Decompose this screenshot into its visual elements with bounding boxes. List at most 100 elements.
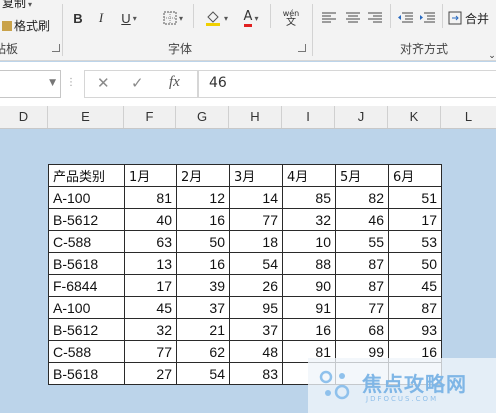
table-cell[interactable]: 17 xyxy=(124,274,177,297)
header-cell[interactable]: 5月 xyxy=(335,164,389,187)
clipboard-dialog-launcher-icon[interactable] xyxy=(52,44,60,52)
table-cell[interactable]: 46 xyxy=(335,208,389,231)
table-cell[interactable]: 50 xyxy=(388,252,442,275)
table-cell[interactable]: 95 xyxy=(229,296,283,319)
merge-center-button[interactable]: 合并 xyxy=(448,8,496,28)
table-cell[interactable]: 54 xyxy=(176,362,230,385)
table-cell[interactable]: F-6844 xyxy=(48,274,125,297)
copy-button[interactable]: 复制 ▾ xyxy=(2,0,32,11)
name-box[interactable]: ▼ xyxy=(0,70,61,98)
align-center-button[interactable] xyxy=(344,8,362,28)
table-cell[interactable]: 18 xyxy=(229,230,283,253)
table-cell[interactable]: 88 xyxy=(282,252,336,275)
table-cell[interactable]: 37 xyxy=(176,296,230,319)
table-cell[interactable]: 87 xyxy=(388,296,442,319)
borders-button[interactable]: ▾ xyxy=(158,8,188,28)
underline-button[interactable]: U ▾ xyxy=(116,8,142,28)
table-cell[interactable]: 54 xyxy=(229,252,283,275)
column-header-h[interactable]: H xyxy=(229,106,282,128)
table-cell[interactable]: 77 xyxy=(124,340,177,363)
watermark-subtext: JDFOCUS.COM xyxy=(366,395,439,403)
table-cell[interactable]: 32 xyxy=(282,208,336,231)
table-cell[interactable]: 40 xyxy=(124,208,177,231)
formula-input[interactable]: 46 xyxy=(198,70,496,98)
table-cell[interactable]: 45 xyxy=(124,296,177,319)
table-cell[interactable]: 77 xyxy=(335,296,389,319)
bold-button[interactable]: B xyxy=(70,8,86,28)
table-cell[interactable]: 87 xyxy=(335,252,389,275)
table-cell[interactable]: 81 xyxy=(124,186,177,209)
column-header-e[interactable]: E xyxy=(48,106,124,128)
table-cell[interactable]: 62 xyxy=(176,340,230,363)
table-cell[interactable]: 53 xyxy=(388,230,442,253)
column-header-l[interactable]: L xyxy=(441,106,496,128)
table-cell[interactable]: B-5612 xyxy=(48,208,125,231)
decrease-indent-button[interactable] xyxy=(396,8,414,28)
table-cell[interactable]: C-588 xyxy=(48,340,125,363)
table-cell[interactable]: 63 xyxy=(124,230,177,253)
header-cell[interactable]: 2月 xyxy=(176,164,230,187)
table-cell[interactable]: 48 xyxy=(229,340,283,363)
table-cell[interactable]: 39 xyxy=(176,274,230,297)
chevron-down-icon[interactable]: ▼ xyxy=(49,78,56,88)
table-cell[interactable]: 14 xyxy=(229,186,283,209)
column-header-d[interactable]: D xyxy=(0,106,48,128)
header-cell[interactable]: 产品类别 xyxy=(48,164,125,187)
table-cell[interactable]: 13 xyxy=(124,252,177,275)
table-cell[interactable]: 82 xyxy=(335,186,389,209)
table-cell[interactable]: 16 xyxy=(282,318,336,341)
table-cell[interactable]: 16 xyxy=(176,252,230,275)
cancel-icon[interactable]: ✕ xyxy=(97,74,110,92)
insert-function-icon[interactable]: fx xyxy=(169,74,180,91)
align-right-button[interactable] xyxy=(366,8,384,28)
header-cell[interactable]: 1月 xyxy=(124,164,177,187)
table-cell[interactable]: 10 xyxy=(282,230,336,253)
align-left-button[interactable] xyxy=(320,8,338,28)
table-cell[interactable]: 93 xyxy=(388,318,442,341)
table-cell[interactable]: 50 xyxy=(176,230,230,253)
table-cell[interactable]: 68 xyxy=(335,318,389,341)
table-cell[interactable]: B-5612 xyxy=(48,318,125,341)
table-cell[interactable]: B-5618 xyxy=(48,362,125,385)
table-cell[interactable]: 90 xyxy=(282,274,336,297)
fill-color-button[interactable]: ▾ xyxy=(200,8,232,28)
table-cell[interactable]: 55 xyxy=(335,230,389,253)
table-cell[interactable]: 12 xyxy=(176,186,230,209)
table-cell[interactable]: C-588 xyxy=(48,230,125,253)
header-cell[interactable]: 3月 xyxy=(229,164,283,187)
table-cell[interactable]: 32 xyxy=(124,318,177,341)
column-header-f[interactable]: F xyxy=(124,106,176,128)
table-cell[interactable]: 17 xyxy=(388,208,442,231)
header-cell[interactable]: 4月 xyxy=(282,164,336,187)
table-cell[interactable]: 21 xyxy=(176,318,230,341)
data-table: 产品类别 1月 2月 3月 4月 5月 6月 A-100 81 12 14 85… xyxy=(48,164,442,385)
phonetic-button[interactable]: wén 文 xyxy=(276,8,306,28)
column-header-i[interactable]: I xyxy=(282,106,335,128)
italic-button[interactable]: I xyxy=(94,8,108,28)
column-header-k[interactable]: K xyxy=(388,106,441,128)
table-cell[interactable]: 37 xyxy=(229,318,283,341)
enter-icon[interactable]: ✓ xyxy=(131,74,144,92)
drag-handle-icon[interactable]: ⋮ xyxy=(66,77,76,88)
table-cell[interactable]: 77 xyxy=(229,208,283,231)
table-cell[interactable]: 45 xyxy=(388,274,442,297)
table-cell[interactable]: 51 xyxy=(388,186,442,209)
header-cell[interactable]: 6月 xyxy=(388,164,442,187)
column-header-j[interactable]: J xyxy=(335,106,388,128)
increase-indent-button[interactable] xyxy=(418,8,436,28)
table-cell[interactable]: 85 xyxy=(282,186,336,209)
table-cell[interactable]: 83 xyxy=(229,362,283,385)
table-cell[interactable]: 27 xyxy=(124,362,177,385)
table-cell[interactable]: 16 xyxy=(176,208,230,231)
table-cell[interactable]: 26 xyxy=(229,274,283,297)
format-painter-button[interactable]: 格式刷 xyxy=(2,17,50,34)
table-cell[interactable]: A-100 xyxy=(48,296,125,319)
font-dialog-launcher-icon[interactable] xyxy=(298,44,306,52)
table-cell[interactable]: 91 xyxy=(282,296,336,319)
table-cell[interactable]: 87 xyxy=(335,274,389,297)
column-header-g[interactable]: G xyxy=(176,106,229,128)
table-cell[interactable]: A-100 xyxy=(48,186,125,209)
ribbon-separator xyxy=(390,4,391,28)
table-cell[interactable]: B-5618 xyxy=(48,252,125,275)
font-color-button[interactable]: A ▾ xyxy=(236,8,266,28)
